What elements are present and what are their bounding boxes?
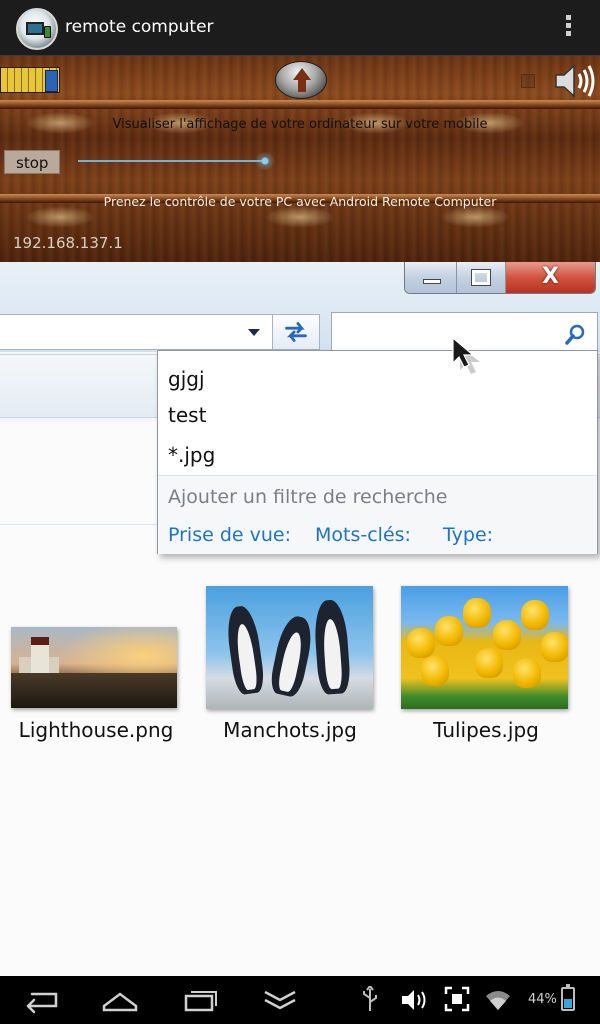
overflow-menu-icon[interactable]	[556, 12, 580, 44]
filter-type-link[interactable]: Type:	[443, 524, 493, 546]
ip-address: 192.168.137.1	[13, 234, 123, 252]
hide-keyboard-icon[interactable]	[262, 986, 298, 1014]
shelf-light	[440, 206, 510, 228]
control-panel: Visualiser l'affichage de votre ordinate…	[0, 56, 600, 262]
quality-slider-track[interactable]	[78, 160, 268, 162]
tulip-shape	[463, 598, 491, 628]
penguin-shape	[224, 604, 266, 696]
phone-shape	[44, 26, 51, 38]
home-icon[interactable]	[100, 986, 140, 1014]
file-name-label[interactable]: Manchots.jpg	[200, 718, 380, 742]
lighthouse-thumbnail[interactable]	[11, 627, 177, 708]
battery-icon	[561, 984, 575, 1011]
search-filter-section: Ajouter un filtre de recherche Prise de …	[158, 476, 597, 554]
tulip-shape	[541, 632, 568, 662]
panel-message-top: Visualiser l'affichage de votre ordinate…	[112, 117, 488, 132]
close-button[interactable]: X	[505, 262, 595, 293]
file-name-label[interactable]: Lighthouse.png	[6, 718, 186, 742]
battery-percentage: 44%	[528, 992, 557, 1007]
mouse-cursor-icon	[452, 336, 480, 374]
tulips-thumbnail[interactable]	[401, 586, 568, 709]
refresh-button[interactable]	[272, 314, 320, 350]
file-name-label[interactable]: Tulipes.jpg	[396, 718, 576, 742]
search-history-item[interactable]: test	[168, 403, 206, 427]
shelf-light	[25, 206, 95, 228]
penguins-thumbnail[interactable]	[206, 586, 373, 709]
recent-apps-icon[interactable]	[182, 986, 220, 1014]
usb-icon	[363, 986, 377, 1011]
maximize-button[interactable]	[457, 262, 506, 293]
search-history-item[interactable]: gjgj	[168, 367, 205, 391]
pane-divider	[0, 524, 158, 525]
window-controls: X	[404, 262, 596, 294]
stop-button[interactable]: stop	[4, 150, 60, 174]
action-bar: remote computer	[0, 0, 600, 56]
dropdown-arrow-icon[interactable]	[248, 329, 260, 336]
toggle-checkbox[interactable]	[521, 74, 535, 88]
app-icon[interactable]	[16, 8, 58, 50]
wifi-icon	[486, 991, 510, 1010]
speaker-icon[interactable]	[552, 62, 596, 100]
search-suggestions-dropdown: gjgj test *.jpg Ajouter un filtre de rec…	[157, 350, 598, 554]
remote-screen[interactable]: X gjgj test *.jpg Ajouter un filtre de r…	[0, 262, 600, 976]
volume-icon[interactable]	[400, 986, 428, 1014]
search-icon[interactable]	[564, 324, 586, 346]
upload-arrow-icon[interactable]	[275, 61, 327, 99]
app-title: remote computer	[65, 17, 214, 37]
tulip-shape	[435, 616, 463, 646]
system-navigation-bar: 44%	[0, 976, 600, 1024]
penguin-shape	[312, 598, 352, 696]
penguin-shape	[268, 613, 316, 699]
shelf-light	[265, 206, 335, 228]
tulip-shape	[521, 600, 549, 630]
address-bar[interactable]	[0, 314, 276, 350]
minimize-button[interactable]	[405, 262, 458, 293]
tulip-shape	[407, 628, 435, 658]
filter-keywords-link[interactable]: Mots-clés:	[315, 524, 411, 546]
screenshot-icon[interactable]	[444, 986, 470, 1014]
tulip-shape	[513, 658, 541, 688]
monitor-shape	[26, 22, 44, 35]
keyboard-icon[interactable]	[0, 67, 60, 93]
shelf-divider	[0, 100, 600, 109]
tulip-shape	[475, 648, 503, 678]
panel-message-bottom: Prenez le contrôle de votre PC avec Andr…	[103, 194, 497, 209]
filter-date-taken-link[interactable]: Prise de vue:	[168, 524, 291, 546]
add-filter-hint: Ajouter un filtre de recherche	[168, 486, 448, 508]
lighthouse-rocks	[11, 673, 177, 708]
back-icon[interactable]	[22, 986, 60, 1014]
quality-slider-thumb[interactable]	[255, 152, 275, 170]
search-history-item[interactable]: *.jpg	[168, 443, 215, 467]
tulip-shape	[421, 656, 449, 686]
tulip-shape	[493, 620, 521, 650]
lighthouse-tower	[31, 637, 49, 675]
